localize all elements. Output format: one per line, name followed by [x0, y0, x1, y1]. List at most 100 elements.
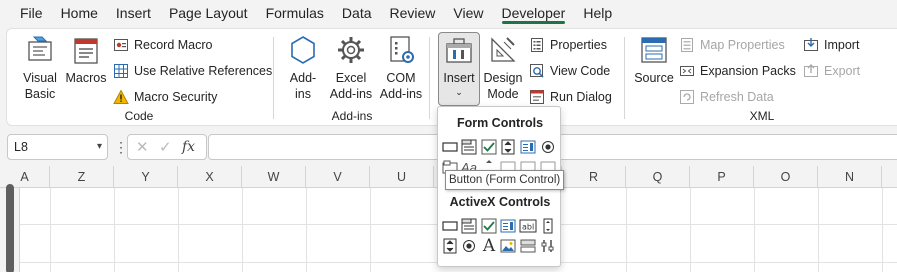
design-mode-button[interactable]: Design Mode — [483, 33, 523, 102]
menu-formulas[interactable]: Formulas — [257, 0, 333, 26]
record-macro-icon — [113, 37, 129, 53]
combo-box-form-icon[interactable] — [460, 138, 478, 156]
enter-icon[interactable]: ✓ — [159, 138, 172, 156]
menu-review[interactable]: Review — [381, 0, 445, 26]
spin-button-form-icon[interactable] — [499, 138, 517, 156]
toolbox-icon — [442, 33, 476, 67]
expansion-packs-button[interactable]: Expansion Packs — [679, 61, 796, 81]
column-header[interactable]: X — [178, 166, 242, 188]
map-properties-button[interactable]: Map Properties — [679, 35, 785, 55]
macro-security-button[interactable]: Macro Security — [113, 87, 217, 107]
image-activex-icon[interactable] — [499, 237, 517, 255]
column-header[interactable]: R — [562, 166, 626, 188]
column-header[interactable]: O — [754, 166, 818, 188]
menu-insert[interactable]: Insert — [107, 0, 160, 26]
col-line — [690, 188, 691, 272]
command-button-activex-icon[interactable] — [441, 217, 459, 235]
column-header[interactable]: N — [818, 166, 882, 188]
combo-box-activex-icon[interactable] — [460, 217, 478, 235]
design-mode-label: Design Mode — [483, 71, 523, 101]
more-controls-activex-icon[interactable] — [539, 237, 557, 255]
addins-hexagon-icon — [286, 33, 320, 67]
check-box-form-icon[interactable] — [480, 138, 498, 156]
macros-button[interactable]: Macros — [65, 33, 107, 86]
col-line — [626, 188, 627, 272]
addins-button[interactable]: Add- ins — [285, 33, 321, 102]
col-line — [178, 188, 179, 272]
column-header[interactable]: V — [306, 166, 370, 188]
chevron-down-icon: ⌄ — [455, 87, 463, 97]
col-line — [242, 188, 243, 272]
col-line — [50, 188, 51, 272]
export-label: Export — [824, 64, 861, 78]
export-button[interactable]: Export — [803, 61, 860, 81]
insert-function-icon[interactable]: fx — [182, 139, 195, 155]
label-activex-icon[interactable]: A — [480, 236, 498, 256]
com-addins-icon — [384, 33, 418, 67]
col-line — [370, 188, 371, 272]
more-options-icon[interactable]: ⋮ — [114, 140, 128, 154]
visual-basic-button[interactable]: Visual Basic — [19, 33, 61, 102]
macros-icon — [69, 33, 103, 67]
column-header[interactable]: U — [370, 166, 434, 188]
view-code-button[interactable]: View Code — [529, 61, 610, 81]
separator — [429, 37, 430, 119]
menu-help[interactable]: Help — [574, 0, 621, 26]
relative-references-icon — [113, 63, 129, 79]
option-button-form-icon[interactable] — [539, 138, 557, 156]
import-button[interactable]: Import — [803, 35, 859, 55]
expansion-packs-label: Expansion Packs — [700, 64, 796, 78]
refresh-icon — [679, 89, 695, 105]
option-button-activex-icon[interactable] — [460, 237, 478, 255]
column-header[interactable]: Y — [114, 166, 178, 188]
col-line — [754, 188, 755, 272]
column-header[interactable]: W — [242, 166, 306, 188]
refresh-data-label: Refresh Data — [700, 90, 774, 104]
menu-file[interactable]: File — [11, 0, 52, 26]
refresh-data-button[interactable]: Refresh Data — [679, 87, 774, 107]
column-header[interactable]: Q — [626, 166, 690, 188]
menu-view[interactable]: View — [444, 0, 492, 26]
run-dialog-label: Run Dialog — [550, 90, 612, 104]
insert-button-content: Insert ⌄ — [438, 33, 480, 98]
separator — [273, 37, 274, 119]
button-form-control-icon[interactable] — [441, 138, 459, 156]
group-xml-label: XML — [749, 109, 775, 123]
menu-developer[interactable]: Developer — [493, 0, 575, 26]
list-box-form-icon[interactable] — [519, 138, 537, 156]
source-button[interactable]: Source — [633, 33, 675, 86]
check-box-activex-icon[interactable] — [480, 217, 498, 235]
run-dialog-icon — [529, 89, 545, 105]
menu-data[interactable]: Data — [333, 0, 381, 26]
text-box-activex-icon[interactable]: abl — [519, 217, 537, 235]
map-properties-icon — [679, 37, 695, 53]
separator — [624, 37, 625, 119]
toggle-button-activex-icon[interactable] — [519, 237, 537, 255]
gear-icon — [334, 33, 368, 67]
spin-button-activex-icon[interactable] — [441, 237, 459, 255]
properties-button[interactable]: Properties — [529, 35, 607, 55]
design-mode-icon — [486, 33, 520, 67]
import-label: Import — [824, 38, 860, 52]
run-dialog-button[interactable]: Run Dialog — [529, 87, 612, 107]
group-code-label: Code — [124, 109, 154, 123]
col-line — [114, 188, 115, 272]
list-box-activex-icon[interactable] — [499, 217, 517, 235]
name-box[interactable]: L8 ▾ — [7, 134, 108, 160]
visual-basic-icon — [23, 33, 57, 67]
column-header[interactable]: Z — [50, 166, 114, 188]
use-relative-references-button[interactable]: Use Relative References — [113, 61, 272, 81]
scroll-bar-activex-icon[interactable] — [539, 217, 557, 235]
com-addins-button[interactable]: COM Add-ins — [379, 33, 423, 102]
chevron-down-icon[interactable]: ▾ — [97, 135, 102, 159]
cancel-icon[interactable]: ✕ — [136, 138, 149, 156]
excel-addins-button[interactable]: Excel Add-ins — [329, 33, 373, 102]
vertical-scrollbar[interactable] — [6, 184, 14, 272]
menu-page-layout[interactable]: Page Layout — [160, 0, 257, 26]
column-header[interactable]: P — [690, 166, 754, 188]
formula-buttons: ✕ ✓ fx — [127, 134, 207, 160]
menu-home[interactable]: Home — [52, 0, 107, 26]
macros-label: Macros — [65, 71, 107, 85]
addins-label: Add- ins — [289, 71, 317, 101]
record-macro-button[interactable]: Record Macro — [113, 35, 213, 55]
